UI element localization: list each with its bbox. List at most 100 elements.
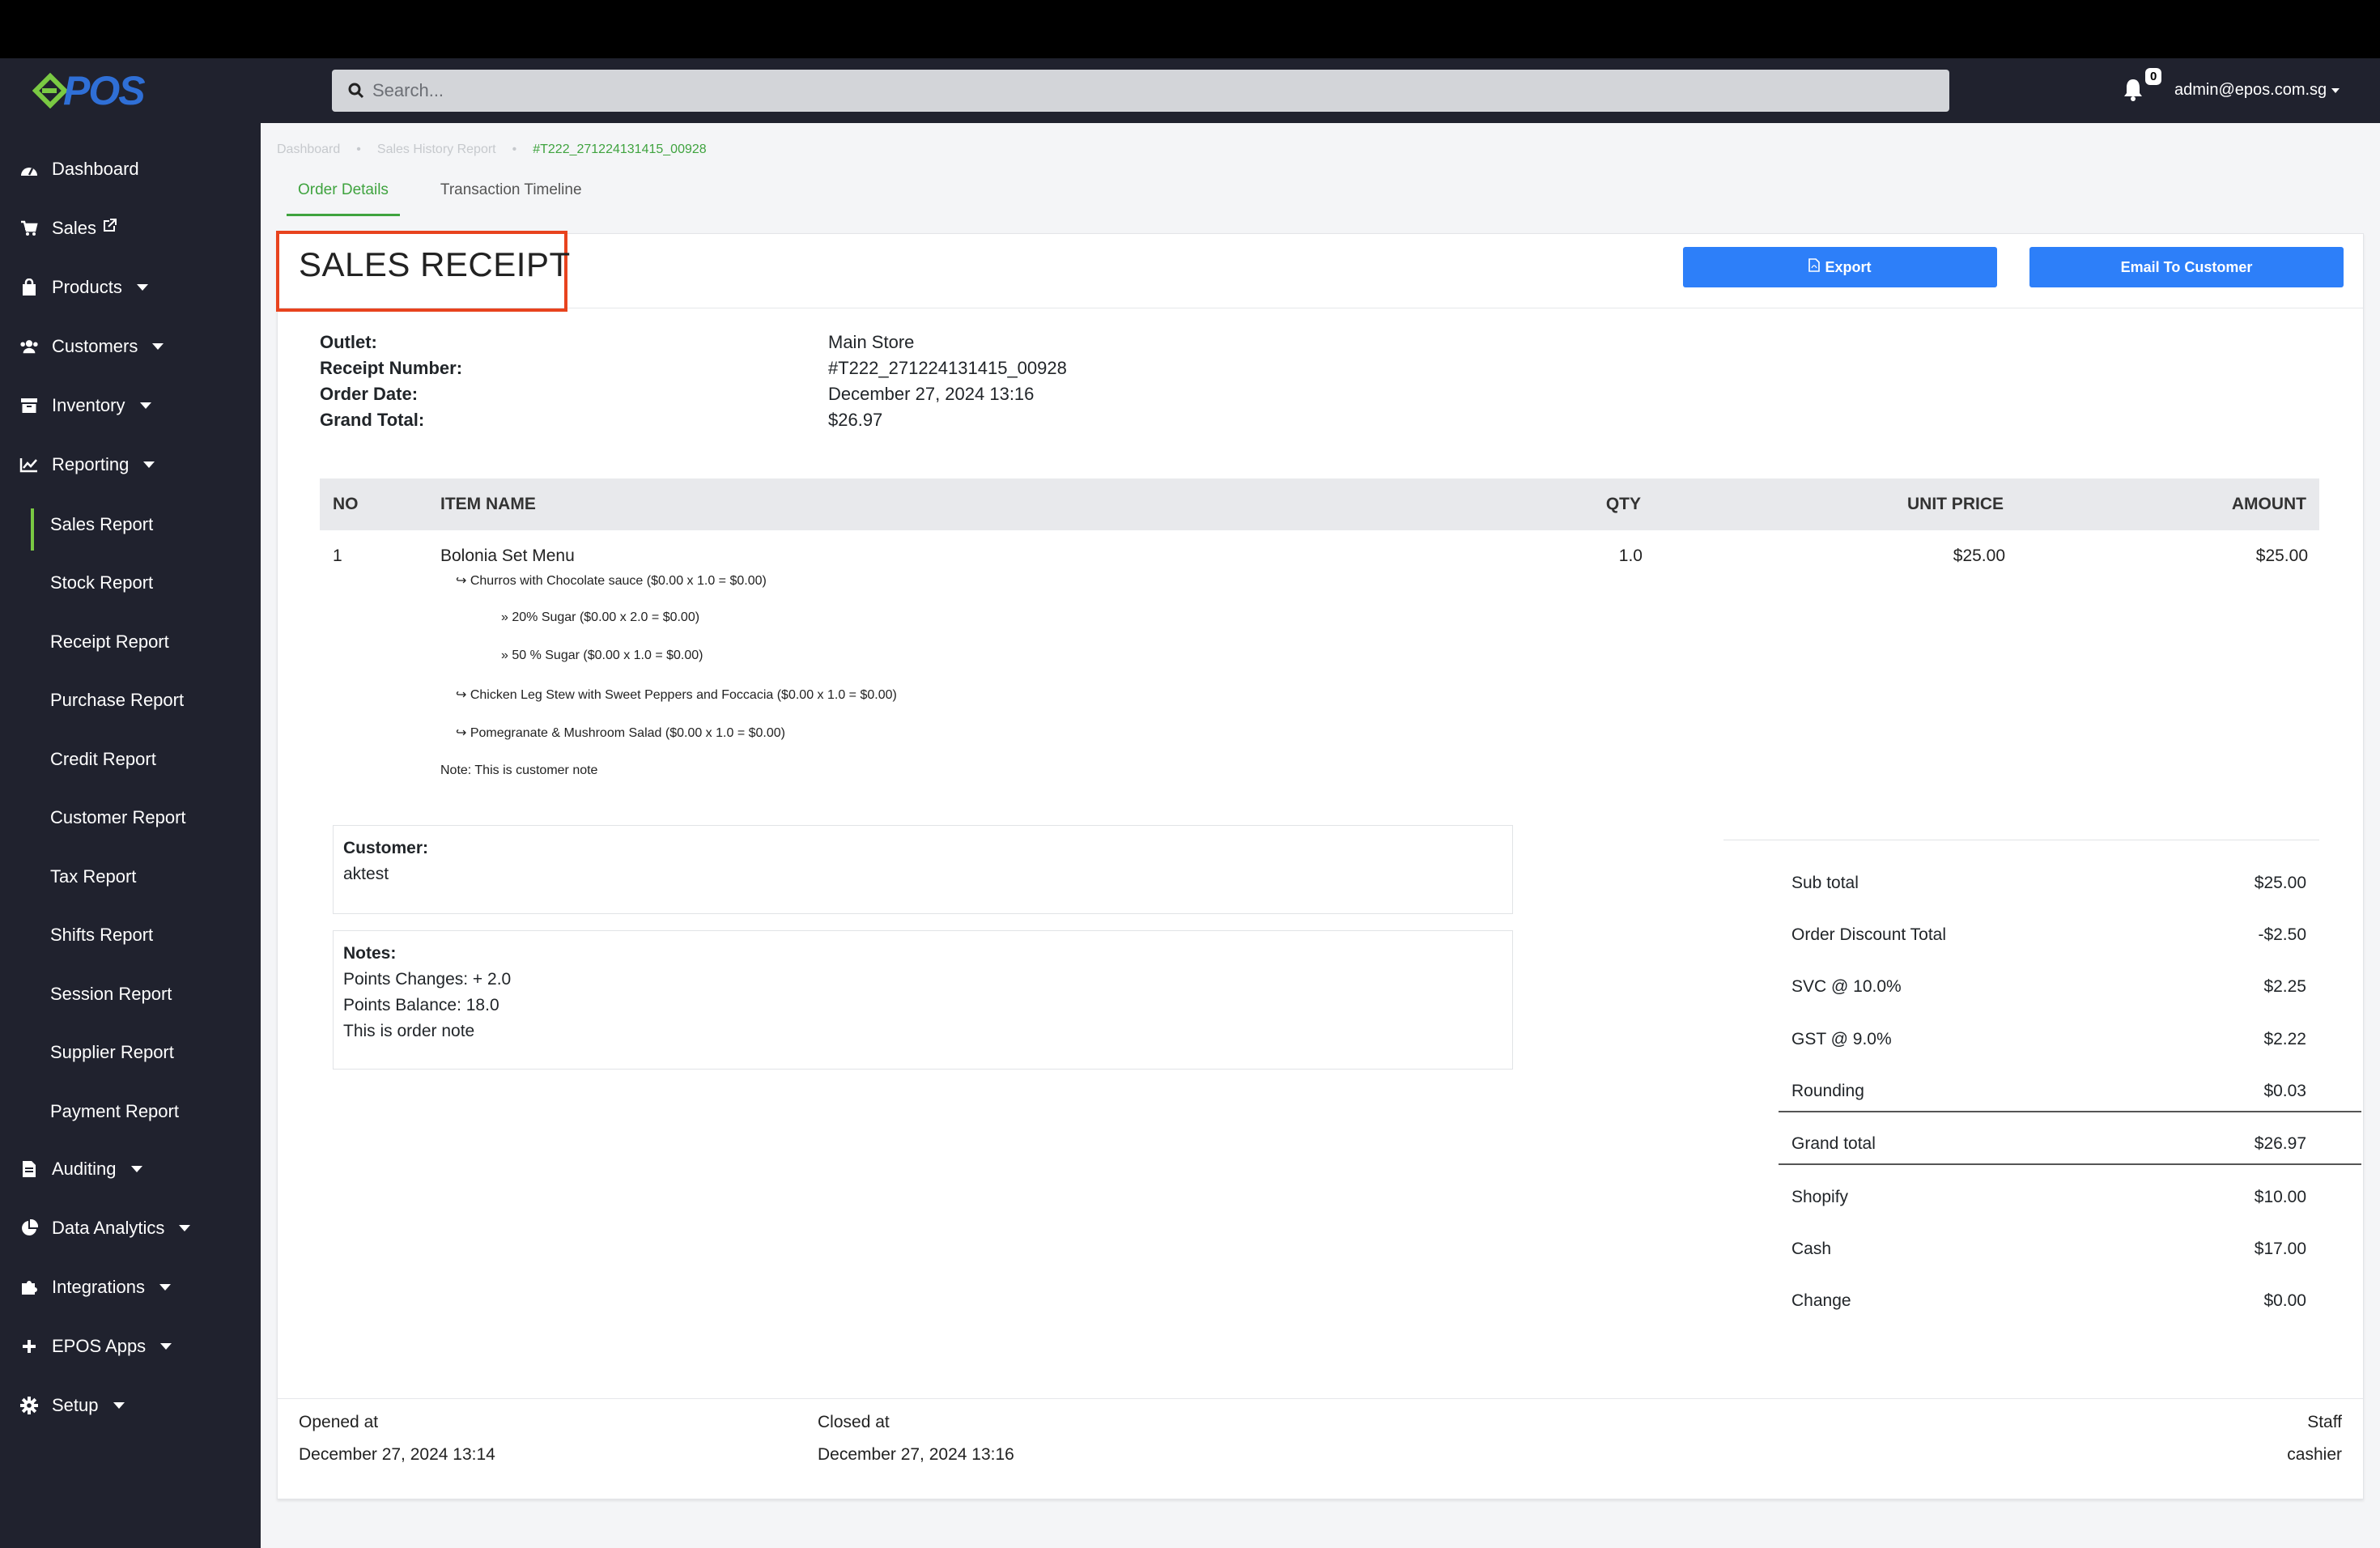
file-icon bbox=[19, 1160, 39, 1178]
breadcrumb-separator: • bbox=[356, 142, 361, 156]
totals-row-svc: SVC @ 10.0% $2.25 bbox=[1791, 977, 2306, 997]
sidebar-item-data-analytics[interactable]: Data Analytics bbox=[0, 1204, 261, 1252]
tab-order-details[interactable]: Order Details bbox=[287, 178, 400, 216]
email-to-customer-button[interactable]: Email To Customer bbox=[2029, 247, 2344, 287]
item-unit-price: $25.00 bbox=[1953, 546, 2005, 565]
sidebar-subitem-sales-report[interactable]: Sales Report bbox=[0, 500, 261, 551]
info-row-outlet: Outlet: Main Store bbox=[320, 330, 1067, 355]
user-email: admin@epos.com.sg bbox=[2174, 81, 2327, 99]
sidebar-subitem-tax-report[interactable]: Tax Report bbox=[0, 853, 261, 901]
item-name: Bolonia Set Menu bbox=[440, 546, 575, 565]
gear-icon bbox=[19, 1397, 39, 1414]
receipt-info: Outlet: Main Store Receipt Number: #T222_2… bbox=[320, 330, 1067, 433]
search-input[interactable] bbox=[372, 80, 1910, 101]
sidebar-item-products[interactable]: Products bbox=[0, 263, 261, 312]
staff-label: Staff bbox=[2307, 1413, 2342, 1431]
notes-line: Points Changes: + 2.0 bbox=[343, 970, 512, 989]
user-menu[interactable]: admin@epos.com.sg bbox=[2174, 81, 2340, 100]
chevron-down-icon bbox=[152, 343, 164, 350]
cart-icon bbox=[19, 220, 39, 236]
info-label: Grand Total: bbox=[320, 410, 425, 430]
item-amount: $25.00 bbox=[2255, 546, 2308, 565]
chevron-down-icon bbox=[179, 1225, 191, 1231]
item-qty: 1.0 bbox=[1618, 546, 1643, 565]
info-value: Main Store bbox=[828, 332, 915, 352]
sidebar-item-dashboard[interactable]: Dashboard bbox=[0, 145, 261, 194]
closed-at-label: Closed at bbox=[818, 1413, 890, 1431]
sidebar-item-inventory[interactable]: Inventory bbox=[0, 381, 261, 430]
bell-icon[interactable] bbox=[2123, 78, 2144, 106]
sidebar-item-epos-apps[interactable]: EPOS Apps bbox=[0, 1322, 261, 1371]
sidebar-item-customers[interactable]: Customers bbox=[0, 322, 261, 371]
sidebar-item-label: Integrations bbox=[52, 1277, 145, 1297]
total-label: Shopify bbox=[1791, 1188, 1849, 1206]
item-modifier: ↪ Chicken Leg Stew with Sweet Peppers an… bbox=[456, 688, 897, 702]
total-value: -$2.50 bbox=[2258, 925, 2306, 944]
totals-row-grand-total: Grand total $26.97 bbox=[1791, 1134, 2306, 1154]
totals-row-subtotal: Sub total $25.00 bbox=[1791, 874, 2306, 893]
customer-box: Customer: aktest bbox=[333, 825, 1513, 914]
notes-box: Notes: Points Changes: + 2.0 Points Bala… bbox=[333, 930, 1513, 1070]
breadcrumb-sales-history-report[interactable]: Sales History Report bbox=[377, 142, 496, 157]
totals-row-shopify: Shopify $10.00 bbox=[1791, 1188, 2306, 1207]
users-icon bbox=[19, 338, 39, 355]
item-modifier-option: » 20% Sugar ($0.00 x 2.0 = $0.00) bbox=[501, 610, 700, 624]
search-bar[interactable] bbox=[332, 70, 1949, 112]
grand-total-top-rule bbox=[1779, 1111, 2361, 1112]
chevron-down-icon bbox=[113, 1402, 125, 1409]
sidebar-subitem-supplier-report[interactable]: Supplier Report bbox=[0, 1028, 261, 1077]
export-button[interactable]: Export bbox=[1683, 247, 1997, 287]
totals-row-rounding: Rounding $0.03 bbox=[1791, 1082, 2306, 1101]
sidebar-subitem-shifts-report[interactable]: Shifts Report bbox=[0, 911, 261, 959]
chevron-down-icon bbox=[139, 402, 151, 409]
app-header: POS 0 admin@epos.com.sg bbox=[0, 58, 2380, 123]
col-unit-price: UNIT PRICE bbox=[1906, 495, 2004, 513]
total-value: $2.22 bbox=[2263, 1030, 2306, 1048]
customer-value: aktest bbox=[343, 865, 389, 883]
info-row-order-date: Order Date: December 27, 2024 13:16 bbox=[320, 381, 1067, 407]
customer-label: Customer: bbox=[343, 839, 429, 857]
subitem-label: Tax Report bbox=[50, 866, 137, 887]
sidebar-item-label: Dashboard bbox=[52, 159, 139, 179]
sidebar-item-label: Data Analytics bbox=[52, 1218, 165, 1238]
epos-logo[interactable]: POS bbox=[32, 68, 146, 113]
sidebar-subitem-stock-report[interactable]: Stock Report bbox=[0, 559, 261, 607]
chart-icon bbox=[19, 457, 39, 473]
sidebar-subitem-credit-report[interactable]: Credit Report bbox=[0, 735, 261, 784]
breadcrumb-dashboard[interactable]: Dashboard bbox=[277, 142, 340, 157]
sidebar-subitem-customer-report[interactable]: Customer Report bbox=[0, 793, 261, 842]
dashboard-icon bbox=[19, 162, 39, 176]
total-label: Grand total bbox=[1791, 1134, 1876, 1153]
sidebar-item-auditing[interactable]: Auditing bbox=[0, 1145, 261, 1193]
external-link-icon bbox=[101, 218, 117, 239]
subitem-label: Credit Report bbox=[50, 749, 156, 769]
info-value: $26.97 bbox=[828, 410, 883, 430]
sidebar-subitem-session-report[interactable]: Session Report bbox=[0, 970, 261, 1019]
receipt-card: SALES RECEIPT Export Email To Customer O… bbox=[276, 231, 2364, 1499]
archive-icon bbox=[19, 398, 39, 414]
col-no: NO bbox=[333, 495, 359, 513]
subitem-label: Sales Report bbox=[50, 514, 154, 534]
sidebar-item-label: Auditing bbox=[52, 1159, 117, 1179]
total-value: $17.00 bbox=[2254, 1240, 2306, 1258]
sidebar-subitem-purchase-report[interactable]: Purchase Report bbox=[0, 676, 261, 725]
total-value: $10.00 bbox=[2254, 1188, 2306, 1206]
total-label: Cash bbox=[1791, 1240, 1832, 1258]
total-value: $0.00 bbox=[2263, 1291, 2306, 1310]
page-title: SALES RECEIPT bbox=[299, 245, 571, 283]
sidebar-item-integrations[interactable]: Integrations bbox=[0, 1263, 261, 1312]
totals-row-cash: Cash $17.00 bbox=[1791, 1240, 2306, 1259]
item-note: Note: This is customer note bbox=[440, 763, 598, 777]
tab-transaction-timeline[interactable]: Transaction Timeline bbox=[429, 178, 593, 216]
subitem-label: Session Report bbox=[50, 984, 172, 1004]
items-table-header: NO ITEM NAME QTY UNIT PRICE AMOUNT bbox=[320, 478, 2319, 530]
sidebar-item-sales[interactable]: Sales bbox=[0, 204, 261, 253]
pie-icon bbox=[19, 1219, 39, 1237]
sidebar-subitem-receipt-report[interactable]: Receipt Report bbox=[0, 618, 261, 666]
total-label: Order Discount Total bbox=[1791, 925, 1947, 944]
sidebar-subitem-payment-report[interactable]: Payment Report bbox=[0, 1087, 261, 1136]
sidebar-item-reporting[interactable]: Reporting bbox=[0, 440, 261, 489]
subitem-label: Supplier Report bbox=[50, 1042, 174, 1062]
sidebar-item-setup[interactable]: Setup bbox=[0, 1381, 261, 1430]
totals-row-discount: Order Discount Total -$2.50 bbox=[1791, 925, 2306, 945]
